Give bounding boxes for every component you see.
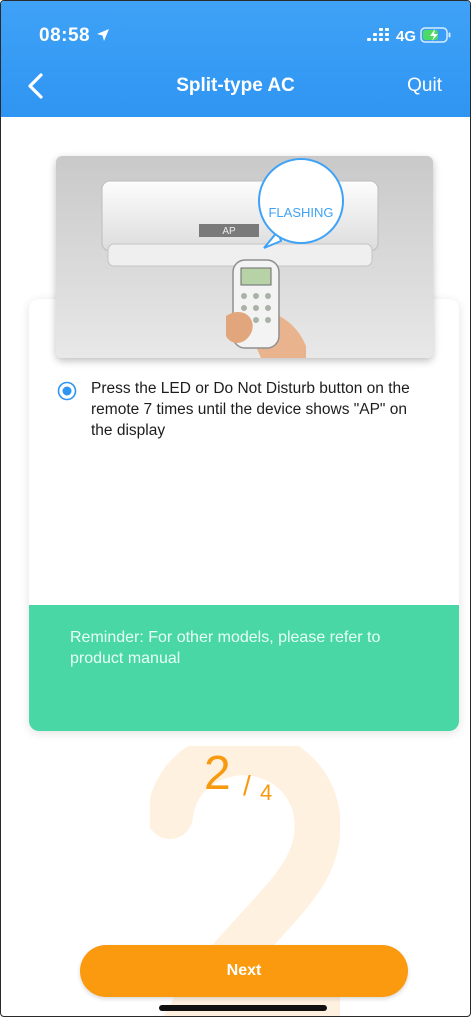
- battery-charging-icon: [420, 26, 452, 49]
- instruction-card: Reminder: For other models, please refer…: [29, 299, 459, 731]
- instruction-text: Press the LED or Do Not Disturb button o…: [91, 380, 410, 439]
- quit-button[interactable]: Quit: [407, 75, 442, 97]
- step-radio[interactable]: [57, 381, 77, 406]
- total-steps: 4: [260, 780, 273, 805]
- network-type: 4G: [396, 28, 417, 45]
- reminder-banner: Reminder: For other models, please refer…: [29, 605, 459, 731]
- radio-selected-icon: [57, 381, 77, 401]
- home-indicator: [159, 1005, 327, 1011]
- signal-icon: [367, 27, 391, 48]
- ac-illustration: AP FLASHING: [56, 156, 433, 358]
- location-arrow-icon: [96, 28, 110, 47]
- next-button[interactable]: Next: [80, 945, 408, 997]
- current-step: 2: [204, 747, 231, 800]
- app-screen: 08:58 4G Split-type AC Quit Reminder: Fo…: [0, 0, 471, 1017]
- step-separator: /: [243, 770, 251, 801]
- header-bar: 08:58 4G Split-type AC Quit: [1, 1, 470, 117]
- flashing-label: FLASHING: [268, 205, 333, 220]
- page-title: Split-type AC: [176, 75, 295, 96]
- status-time: 08:58: [39, 25, 91, 46]
- reminder-text: Reminder: For other models, please refer…: [70, 629, 381, 667]
- display-label: AP: [222, 226, 236, 237]
